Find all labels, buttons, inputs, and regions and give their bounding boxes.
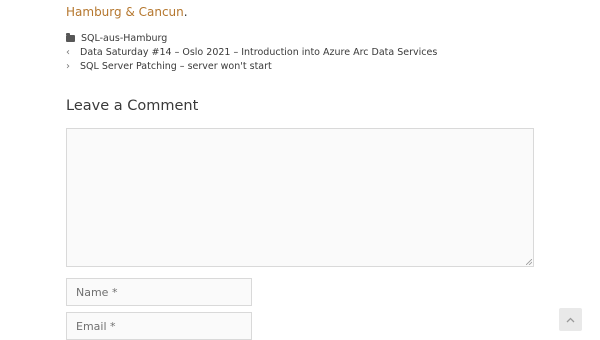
- resize-handle-icon[interactable]: [526, 259, 532, 265]
- comment-heading: Leave a Comment: [66, 98, 199, 114]
- email-placeholder: Email *: [76, 320, 116, 333]
- chevron-right-icon: ›: [66, 61, 70, 72]
- post-categories: SQL-aus-Hamburg: [66, 33, 167, 44]
- category-link[interactable]: SQL-aus-Hamburg: [81, 33, 167, 44]
- scroll-to-top-button[interactable]: [559, 308, 582, 331]
- post-nav-previous: ‹ Data Saturday #14 – Oslo 2021 – Introd…: [66, 47, 437, 58]
- name-placeholder: Name *: [76, 286, 118, 299]
- name-field[interactable]: Name *: [66, 278, 252, 306]
- previous-paragraph: Hamburg & Cancun.: [66, 4, 188, 20]
- email-field[interactable]: Email *: [66, 312, 252, 340]
- folder-icon: [66, 33, 75, 42]
- cut-off-text: [66, 0, 536, 2]
- chevron-left-icon: ‹: [66, 47, 70, 58]
- next-post-link[interactable]: SQL Server Patching – server won't start: [80, 61, 272, 72]
- previous-post-link[interactable]: Data Saturday #14 – Oslo 2021 – Introduc…: [80, 47, 437, 58]
- hamburg-cancun-link[interactable]: Hamburg & Cancun: [66, 5, 184, 19]
- chevron-up-icon: [566, 317, 575, 322]
- comment-textarea[interactable]: [66, 128, 534, 267]
- paragraph-tail: .: [183, 5, 188, 19]
- post-nav-next: › SQL Server Patching – server won't sta…: [66, 61, 272, 72]
